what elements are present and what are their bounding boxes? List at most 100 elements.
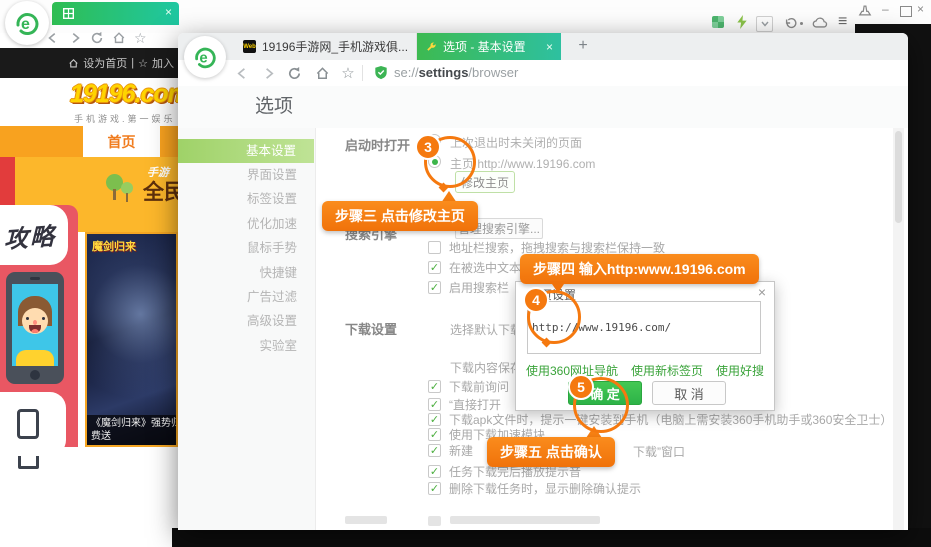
back-icon[interactable] [234, 65, 250, 81]
back-icon[interactable] [46, 31, 60, 45]
sidebar-item-tabs[interactable]: 标签设置 [178, 187, 315, 211]
checkbox[interactable] [428, 465, 441, 478]
checkbox[interactable] [428, 241, 441, 254]
strategy-label: 攻略 [4, 216, 56, 255]
close-icon[interactable]: × [758, 284, 766, 300]
reload-icon[interactable] [286, 65, 302, 81]
set-homepage-link[interactable]: 设为首页 [83, 55, 127, 71]
tab-settings[interactable]: 选项 - 基本设置 × [417, 33, 561, 60]
game-banner[interactable]: 魔剑归来 《魔剑归来》强势归来 费送 [85, 232, 178, 447]
skin-icon[interactable] [858, 4, 872, 17]
sidebar-item-lab[interactable]: 实验室 [178, 334, 315, 358]
step5-callout: 步骤五 点击确认 [487, 437, 615, 467]
cancel-button[interactable]: 取 消 [652, 381, 726, 405]
page-title: 选项 [255, 86, 293, 128]
scrollbar[interactable] [893, 128, 904, 530]
reload-icon[interactable] [90, 31, 104, 45]
checkbox-row: 地址栏搜索，拖拽搜索与搜索栏保持一致 [428, 240, 665, 255]
divider [362, 65, 363, 81]
checkbox[interactable] [428, 380, 441, 393]
section-download-label: 下载设置 [345, 319, 397, 338]
home-icon[interactable] [112, 31, 126, 45]
checkbox-row: 下载apk文件时，提示一键安装到手机（电脑上需安装360手机助手或360安全卫士… [428, 412, 892, 427]
clipped-row-text [450, 516, 600, 524]
grid-icon [63, 8, 74, 19]
site-tagline: 手机游戏.第一娱乐 [74, 112, 176, 125]
divider: | [131, 57, 134, 69]
close-icon[interactable]: × [546, 40, 553, 54]
sidebar-item-adblock[interactable]: 广告过滤 [178, 285, 315, 309]
favorites-star-icon[interactable]: ☆ [134, 31, 147, 45]
bg-active-tab[interactable]: × [52, 2, 179, 25]
browser-logo-icon: e [5, 1, 49, 45]
checkbox-row: 启用搜索栏 [428, 280, 509, 295]
shield-icon [374, 65, 388, 80]
svg-text:e: e [21, 16, 30, 33]
checkbox[interactable] [428, 428, 441, 441]
close-icon[interactable]: × [917, 2, 924, 16]
site-logo[interactable]: 19196.com [70, 80, 189, 109]
forward-icon[interactable] [68, 31, 82, 45]
settings-page-header: 选项 [178, 86, 908, 129]
home-icon[interactable] [314, 65, 330, 81]
site-lower-panel [0, 447, 178, 547]
close-icon[interactable]: × [165, 5, 172, 19]
checkbox[interactable] [428, 398, 441, 411]
tab-site[interactable]: Web 19196手游网_手机游戏俱... [235, 33, 417, 60]
sidebar-item-gestures[interactable]: 鼠标手势 [178, 236, 315, 260]
game-title: 魔剑归来 [92, 238, 136, 254]
address-bar[interactable]: se://settings/browser [374, 65, 518, 80]
nav-toolbar: ☆ se://settings/browser [178, 60, 908, 87]
dropdown-dot-icon[interactable] [800, 22, 803, 25]
checkbox[interactable] [428, 482, 441, 495]
sidebar-item-optimize[interactable]: 优化加速 [178, 212, 315, 236]
restore-icon[interactable] [900, 4, 912, 17]
minimize-icon[interactable]: – [882, 2, 889, 16]
widget-bubble[interactable] [0, 392, 66, 456]
extensions-dropdown-icon[interactable] [756, 16, 773, 32]
game-caption: 《魔剑归来》强势归来 费送 [87, 415, 176, 445]
phone-screen [12, 284, 58, 366]
checkbox[interactable] [428, 261, 441, 274]
checkbox[interactable] [428, 413, 441, 426]
step3-number-badge: 3 [415, 134, 441, 160]
page-dark-area [905, 45, 931, 547]
strategy-bubble[interactable]: 攻略 [0, 205, 68, 265]
lightning-icon[interactable] [736, 15, 748, 29]
sidebar-item-basic[interactable]: 基本设置 [178, 139, 314, 163]
site-favicon: Web [243, 40, 256, 53]
use-new-tab-link[interactable]: 使用新标签页 [631, 362, 703, 379]
checkbox[interactable] [428, 281, 441, 294]
undo-icon[interactable] [784, 16, 798, 30]
use-haosou-link[interactable]: 使用好搜 [716, 362, 764, 379]
site-top-bar: 设为首页 | ☆ 加入 [0, 48, 178, 78]
screenshot-canvas: e × ☆ 设为首页 | ☆ 加入 19196.com 手机游戏.第一娱乐 首页… [0, 0, 931, 547]
wrench-icon [425, 41, 437, 53]
sidebar-item-advanced[interactable]: 高级设置 [178, 309, 315, 333]
url-text[interactable]: se://settings/browser [394, 65, 518, 80]
step3-callout: 步骤三 点击修改主页 [322, 201, 478, 231]
tab-title: 选项 - 基本设置 [443, 38, 540, 55]
checkbox[interactable] [428, 444, 441, 457]
bg-nav-toolbar: ☆ [46, 29, 147, 47]
clipped-checkbox [428, 516, 441, 526]
clipped-section-label [345, 516, 387, 524]
screenshot-icon[interactable] [712, 16, 724, 28]
sidebar-item-interface[interactable]: 界面设置 [178, 163, 315, 187]
banner-text-big: 全民 [143, 176, 178, 206]
dialog-links: 使用360网址导航 使用新标签页 使用好搜 [516, 362, 774, 379]
checkbox-row-fragment: 下载”窗口 [633, 443, 685, 460]
tab-title: 19196手游网_手机游戏俱... [262, 38, 408, 55]
new-tab-button[interactable]: + [573, 36, 593, 56]
add-favorite-link[interactable]: 加入 [152, 55, 174, 71]
checkbox-row: “直接打开 [428, 397, 501, 412]
scrollbar-thumb[interactable] [895, 131, 902, 223]
site-nav-home-tab[interactable]: 首页 [83, 126, 160, 157]
sidebar-item-shortcuts[interactable]: 快捷键 [178, 261, 315, 285]
tree-trunk [113, 189, 116, 200]
cloud-icon[interactable] [812, 16, 828, 29]
favorites-star-icon[interactable]: ☆ [340, 65, 356, 81]
step5-number-badge: 5 [568, 374, 594, 400]
forward-icon[interactable] [260, 65, 276, 81]
menu-icon[interactable]: ≡ [838, 13, 847, 31]
